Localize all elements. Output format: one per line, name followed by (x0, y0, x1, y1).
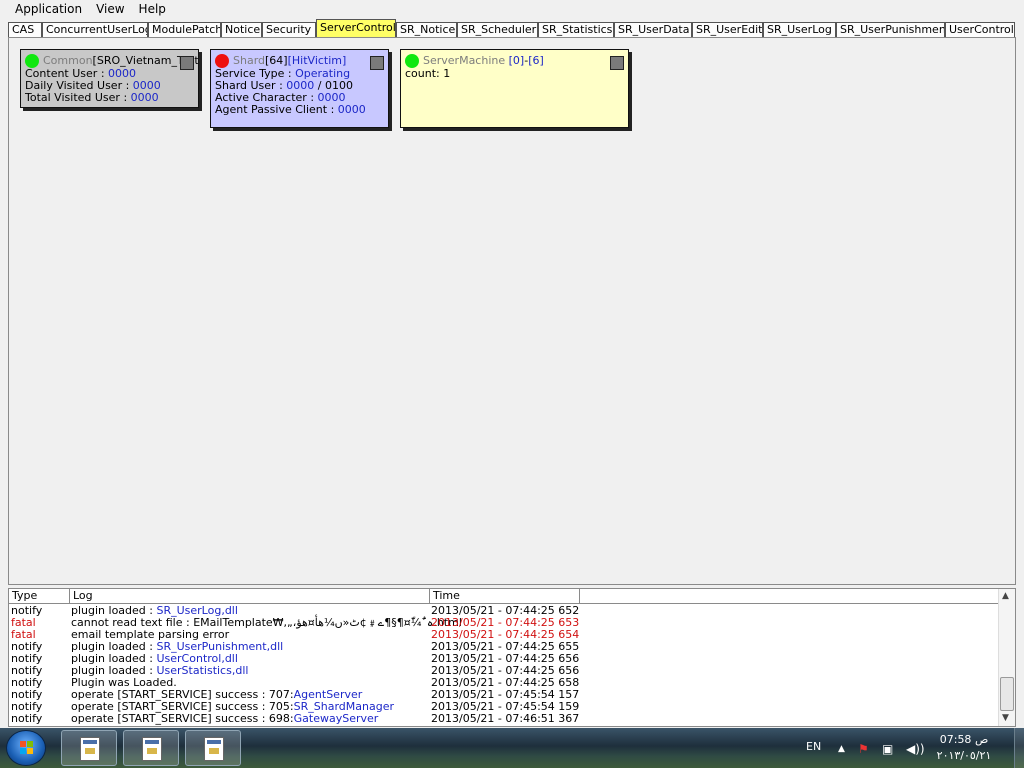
card-header: Shard [64] [HitVictim] (215, 53, 388, 68)
windows-logo-icon (20, 741, 34, 755)
log-type: notify (11, 712, 43, 725)
status-light-icon (215, 53, 229, 68)
range-end: [6] (528, 53, 544, 67)
show-hidden-icons-icon[interactable]: ▲ (838, 744, 845, 754)
agent-passive-client-line: Agent Passive Client : 0000 (215, 103, 366, 116)
total-visited-user-line: Total Visited User : 0000 (25, 91, 159, 104)
server-control-panel: Common [SRO_Vietnam_TestL Content User : … (8, 37, 1016, 585)
card-header: ServerMachine [0] - [6] (405, 53, 628, 68)
log-link: GatewayServer (293, 712, 379, 725)
volume-icon[interactable]: ◀)) (906, 742, 925, 756)
shard-id: [64] (265, 53, 288, 67)
card-prefix: ServerMachine (423, 53, 506, 67)
status-light-icon (405, 53, 419, 68)
tab-cas[interactable]: CAS (8, 22, 42, 37)
scroll-down-icon[interactable]: ▼ (1002, 713, 1009, 723)
menu-view[interactable]: View (89, 0, 131, 19)
app-window-icon (142, 737, 162, 761)
app-window-icon (80, 737, 100, 761)
menu-help[interactable]: Help (132, 0, 173, 19)
range-start: [0] (508, 53, 525, 67)
tab-concurrent-user-log[interactable]: ConcurrentUserLog (42, 22, 148, 37)
taskbar-app-button-2[interactable] (123, 730, 179, 766)
log-panel: Type Log Time notify plugin loaded : SR_U… (8, 588, 1016, 727)
card-menu-icon[interactable] (180, 56, 194, 70)
tab-notice[interactable]: Notice (221, 22, 262, 37)
log-row[interactable]: notify operate [START_SERVICE] success : … (9, 713, 999, 725)
clock-date: ٢٠١٣/٠٥/٢١ (936, 749, 992, 762)
tab-strip: CAS ConcurrentUserLog ModulePatch Notice… (0, 19, 1024, 38)
tab-user-control[interactable]: UserControl (945, 22, 1015, 37)
card-prefix: Common (43, 53, 93, 67)
shard-card[interactable]: Shard [64] [HitVictim] Service Type : Oper… (210, 49, 389, 128)
scroll-thumb[interactable] (1000, 677, 1014, 711)
show-desktop-button[interactable] (1014, 728, 1024, 768)
tab-sr-user-edit[interactable]: SR_UserEdit (692, 22, 763, 37)
column-header-type[interactable]: Type (9, 589, 70, 604)
tab-sr-user-punishment[interactable]: SR_UserPunishment (836, 22, 945, 37)
language-indicator[interactable]: EN (806, 740, 821, 753)
tab-sr-statistics[interactable]: SR_Statistics (538, 22, 614, 37)
log-rows: notify plugin loaded : SR_UserLog,dll 2013… (9, 605, 999, 726)
taskbar: EN ▲ ⚑ ▣ ◀)) 07:58 ص ٢٠١٣/٠٥/٢١ (0, 728, 1024, 768)
taskbar-app-button-1[interactable] (61, 730, 117, 766)
taskbar-app-button-3[interactable] (185, 730, 241, 766)
clock[interactable]: 07:58 ص ٢٠١٣/٠٥/٢١ (932, 732, 996, 764)
tab-sr-notice[interactable]: SR_Notice (396, 22, 457, 37)
tab-sr-user-log[interactable]: SR_UserLog (763, 22, 836, 37)
clock-time: 07:58 ص (939, 733, 989, 746)
system-tray: EN ▲ ⚑ ▣ ◀)) 07:58 ص ٢٠١٣/٠٥/٢١ (794, 728, 1024, 768)
card-prefix: Shard (233, 53, 266, 67)
log-header-row: Type Log Time (9, 589, 1015, 604)
column-header-time[interactable]: Time (430, 589, 580, 604)
machine-count: count: 1 (405, 67, 451, 80)
tab-server-control[interactable]: ServerControl (316, 19, 396, 37)
log-time: 2013/05/21 - 07:46:51 367 (431, 712, 580, 725)
log-scrollbar[interactable]: ▲ ▼ (998, 589, 1015, 726)
card-title: [HitVictim] (287, 53, 347, 67)
tab-security[interactable]: Security (262, 22, 316, 37)
server-machine-card[interactable]: ServerMachine [0] - [6] count: 1 (400, 49, 629, 128)
scroll-up-icon[interactable]: ▲ (1002, 591, 1009, 601)
log-message: operate [START_SERVICE] success : 698:Ga… (71, 712, 379, 725)
network-icon[interactable]: ▣ (882, 742, 893, 756)
menu-bar: Application View Help (0, 0, 1024, 19)
total-visited-user-value: 0000 (130, 91, 159, 104)
agent-passive-client-value: 0000 (337, 103, 366, 116)
start-orb-icon[interactable] (6, 730, 46, 766)
tab-module-patch[interactable]: ModulePatch (148, 22, 221, 37)
app-window-icon (204, 737, 224, 761)
tab-sr-scheduler[interactable]: SR_Scheduler (457, 22, 538, 37)
common-server-card[interactable]: Common [SRO_Vietnam_TestL Content User : … (20, 49, 199, 108)
card-header: Common [SRO_Vietnam_TestL (25, 53, 198, 68)
action-center-icon[interactable]: ⚑ (858, 742, 869, 756)
column-header-log[interactable]: Log (70, 589, 430, 604)
card-menu-icon[interactable] (610, 56, 624, 70)
card-menu-icon[interactable] (370, 56, 384, 70)
menu-application[interactable]: Application (8, 0, 89, 19)
status-light-icon (25, 53, 39, 68)
tab-sr-user-data[interactable]: SR_UserData (614, 22, 692, 37)
